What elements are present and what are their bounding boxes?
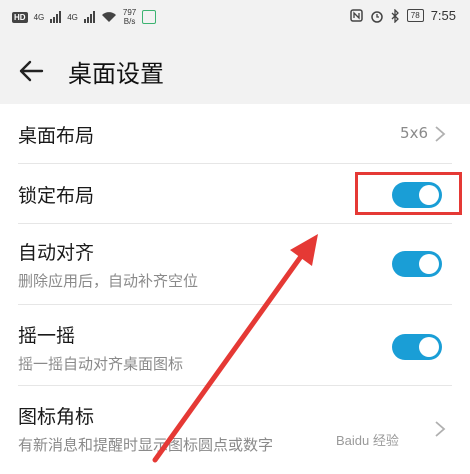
nfc-icon [350,9,363,22]
battery-icon: 78 [406,9,424,22]
network-type-2: 4G [67,12,78,22]
watermark: Baidu 经验 [336,433,399,448]
settings-list: 桌面布局 5x6 锁定布局 自动对齐 删除应用后，自动补齐空位 摇一摇 摇一摇自… [0,104,470,474]
status-bar: HD 4G 4G 797 B/s 78 7:55 [0,0,470,40]
setting-title: 锁定布局 [18,185,95,207]
setting-title: 摇一摇 [18,325,76,347]
network-speed-value: 797 [122,8,137,17]
setting-subtitle: 摇一摇自动对齐桌面图标 [18,355,184,373]
toggle-knob [419,337,439,357]
network-speed-unit: B/s [123,17,136,26]
bluetooth-icon [391,8,399,23]
setting-title: 图标角标 [18,406,95,428]
page-title: 桌面设置 [68,60,164,88]
highlight-box [355,172,462,215]
toggle-knob [419,254,439,274]
setting-desktop-layout[interactable]: 桌面布局 5x6 [0,104,470,164]
setting-shake[interactable]: 摇一摇 摇一摇自动对齐桌面图标 [0,305,470,386]
setting-subtitle: 有新消息和提醒时显示图标圆点或数字 [18,436,274,454]
network-speed: 797 B/s [123,8,136,26]
alarm-icon [371,10,383,23]
setting-title: 自动对齐 [18,242,95,264]
wifi-icon [101,12,116,22]
network-type-1: 4G [33,12,45,22]
setting-icon-badges[interactable]: 图标角标 有新消息和提醒时显示图标圆点或数字 [0,386,470,474]
setting-title: 桌面布局 [18,125,95,147]
shake-toggle[interactable] [392,334,442,360]
setting-auto-align[interactable]: 自动对齐 删除应用后，自动补齐空位 [0,224,470,305]
signal-icon [50,11,62,23]
signal-icon [83,11,95,23]
app-header: 桌面设置 [0,40,470,104]
hd-badge: HD [12,11,28,23]
setting-subtitle: 删除应用后，自动补齐空位 [18,272,199,290]
back-arrow-icon[interactable] [18,58,44,84]
layout-value: 5x6 [400,124,428,142]
chevron-right-icon [435,126,446,142]
auto-align-toggle[interactable] [392,251,442,277]
clock: 7:55 [430,8,456,23]
app-notification-icon [142,10,157,24]
chevron-right-icon [435,421,446,437]
